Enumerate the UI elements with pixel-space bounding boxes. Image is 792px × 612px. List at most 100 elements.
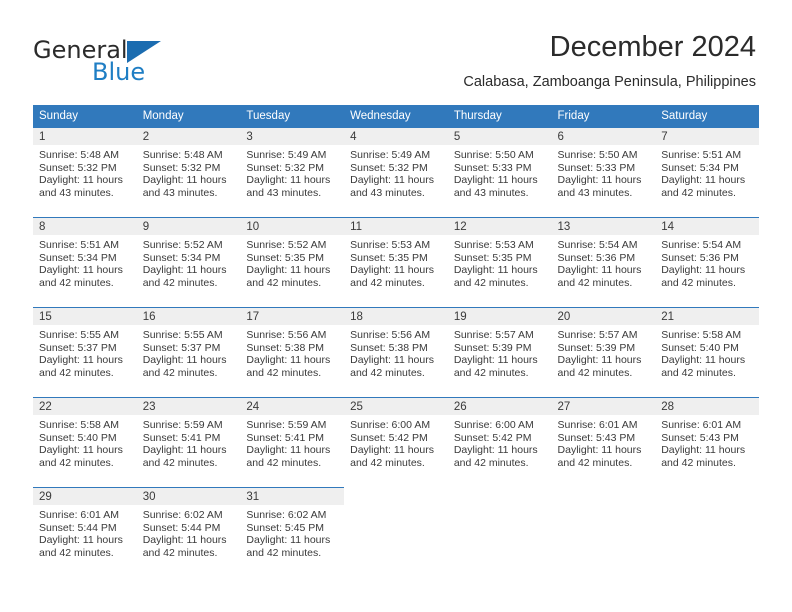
calendar-cell-day-24[interactable]: 24 Sunrise: 5:59 AM Sunset: 5:41 PM Dayligh… bbox=[240, 397, 345, 487]
calendar-cell-day-28[interactable]: 28 Sunrise: 6:01 AM Sunset: 5:43 PM Dayligh… bbox=[655, 397, 759, 487]
generalblue-logo[interactable]: General Blue bbox=[33, 36, 193, 88]
calendar-day-cell: 27 Sunrise: 6:01 AM Sunset: 5:43 PM Dayligh… bbox=[551, 397, 656, 487]
calendar-day-cell: 11 Sunrise: 5:53 AM Sunset: 5:35 PM Dayligh… bbox=[344, 217, 448, 307]
day-number: 31 bbox=[240, 488, 345, 505]
calendar-cell-day-8[interactable]: 8 Sunrise: 5:51 AM Sunset: 5:34 PM Daylight… bbox=[33, 217, 137, 307]
day-details: Sunrise: 5:49 AM Sunset: 5:32 PM Daylight:… bbox=[344, 145, 448, 199]
calendar-cell-day-7[interactable]: 7 Sunrise: 5:51 AM Sunset: 5:34 PM Daylight… bbox=[655, 127, 759, 217]
calendar-cell-day-15[interactable]: 15 Sunrise: 5:55 AM Sunset: 5:37 PM Dayligh… bbox=[33, 307, 137, 397]
daylight-text-line1: Daylight: 11 hours bbox=[661, 444, 746, 457]
calendar-day-cell: 1 Sunrise: 5:48 AM Sunset: 5:32 PM Daylight… bbox=[33, 127, 137, 217]
sunset-text: Sunset: 5:39 PM bbox=[557, 341, 636, 354]
calendar-day-cell: 26 Sunrise: 6:00 AM Sunset: 5:42 PM Dayligh… bbox=[447, 397, 552, 487]
calendar-cell-day-31[interactable]: 31 Sunrise: 6:02 AM Sunset: 5:45 PM Dayligh… bbox=[240, 487, 345, 577]
day-details: Sunrise: 5:50 AM Sunset: 5:33 PM Daylight:… bbox=[448, 145, 552, 199]
sunrise-text: Sunrise: 6:01 AM bbox=[39, 509, 119, 521]
calendar-cell-day-30[interactable]: 30 Sunrise: 6:02 AM Sunset: 5:44 PM Dayligh… bbox=[136, 487, 241, 577]
daylight-text-line1: Daylight: 11 hours bbox=[350, 354, 434, 367]
sunrise-text: Sunrise: 5:56 AM bbox=[246, 329, 327, 341]
calendar-day-cell: 19 Sunrise: 5:57 AM Sunset: 5:39 PM Dayligh… bbox=[447, 307, 552, 397]
calendar-cell-day-4[interactable]: 4 Sunrise: 5:49 AM Sunset: 5:32 PM Daylight… bbox=[344, 127, 448, 217]
weekday-header-row: Sunday Monday Tuesday Wednesday Thursday Frid… bbox=[33, 105, 759, 127]
sunset-text: Sunset: 5:33 PM bbox=[453, 161, 532, 174]
calendar-cell-day-18[interactable]: 18 Sunrise: 5:56 AM Sunset: 5:38 PM Dayligh… bbox=[344, 307, 448, 397]
day-details: Sunrise: 5:54 AM Sunset: 5:36 PM Daylight:… bbox=[655, 235, 759, 289]
day-details: Sunrise: 5:55 AM Sunset: 5:37 PM Daylight:… bbox=[137, 325, 241, 379]
calendar-cell-day-3[interactable]: 3 Sunrise: 5:49 AM Sunset: 5:32 PM Daylight… bbox=[240, 127, 345, 217]
day-number: 7 bbox=[655, 128, 759, 145]
calendar-header-row: Sunday Monday Tuesday Wednesday Thursday Frid… bbox=[33, 105, 759, 127]
calendar-cell-day-13[interactable]: 13 Sunrise: 5:54 AM Sunset: 5:36 PM Dayligh… bbox=[551, 217, 656, 307]
calendar-cell-day-9[interactable]: 9 Sunrise: 5:52 AM Sunset: 5:34 PM Daylight… bbox=[136, 217, 241, 307]
sunset-text: Sunset: 5:36 PM bbox=[557, 251, 636, 264]
calendar-day-cell: 13 Sunrise: 5:54 AM Sunset: 5:36 PM Dayligh… bbox=[551, 217, 656, 307]
daylight-text-line1: Daylight: 11 hours bbox=[246, 534, 331, 547]
sunset-text: Sunset: 5:38 PM bbox=[246, 341, 325, 354]
day-details: Sunrise: 6:00 AM Sunset: 5:42 PM Daylight:… bbox=[344, 415, 448, 469]
daylight-text-line1: Daylight: 11 hours bbox=[453, 444, 538, 457]
calendar-cell-day-27[interactable]: 27 Sunrise: 6:01 AM Sunset: 5:43 PM Dayligh… bbox=[551, 397, 656, 487]
sunrise-text: Sunrise: 5:58 AM bbox=[39, 419, 119, 431]
sunrise-text: Sunrise: 5:48 AM bbox=[39, 149, 119, 161]
day-number: 26 bbox=[447, 398, 552, 415]
daylight-text-line1: Daylight: 11 hours bbox=[246, 264, 331, 277]
calendar-day-cell bbox=[447, 487, 552, 577]
calendar-cell-day-21[interactable]: 21 Sunrise: 5:58 AM Sunset: 5:40 PM Dayligh… bbox=[655, 307, 759, 397]
calendar-day-cell: 17 Sunrise: 5:56 AM Sunset: 5:38 PM Dayligh… bbox=[240, 307, 345, 397]
calendar-cell-day-12[interactable]: 12 Sunrise: 5:53 AM Sunset: 5:35 PM Dayligh… bbox=[447, 217, 552, 307]
calendar-cell-day-26[interactable]: 26 Sunrise: 6:00 AM Sunset: 5:42 PM Dayligh… bbox=[447, 397, 552, 487]
day-details: Sunrise: 5:52 AM Sunset: 5:34 PM Daylight:… bbox=[137, 235, 241, 289]
day-number: 25 bbox=[344, 398, 448, 415]
sunset-text: Sunset: 5:38 PM bbox=[350, 341, 428, 354]
calendar-day-cell: 10 Sunrise: 5:52 AM Sunset: 5:35 PM Dayligh… bbox=[240, 217, 345, 307]
logo-text-blue: Blue bbox=[92, 58, 146, 86]
daylight-text-line2: and 43 minutes. bbox=[142, 186, 218, 199]
day-number: 8 bbox=[33, 218, 137, 235]
calendar-cell-day-6[interactable]: 6 Sunrise: 5:50 AM Sunset: 5:33 PM Daylight… bbox=[551, 127, 656, 217]
calendar-week-row: 15 Sunrise: 5:55 AM Sunset: 5:37 PM Dayligh… bbox=[33, 307, 759, 397]
calendar-cell-day-16[interactable]: 16 Sunrise: 5:55 AM Sunset: 5:37 PM Dayligh… bbox=[136, 307, 241, 397]
calendar-cell-day-10[interactable]: 10 Sunrise: 5:52 AM Sunset: 5:35 PM Dayligh… bbox=[240, 217, 345, 307]
calendar-day-cell bbox=[551, 487, 656, 577]
day-number: 12 bbox=[447, 218, 552, 235]
sunset-text: Sunset: 5:32 PM bbox=[39, 161, 117, 174]
calendar-cell-day-29[interactable]: 29 Sunrise: 6:01 AM Sunset: 5:44 PM Dayligh… bbox=[33, 487, 137, 577]
calendar-cell-day-17[interactable]: 17 Sunrise: 5:56 AM Sunset: 5:38 PM Dayligh… bbox=[240, 307, 345, 397]
calendar-day-cell: 28 Sunrise: 6:01 AM Sunset: 5:43 PM Dayligh… bbox=[655, 397, 759, 487]
page-header: General Blue December 2024 Calabasa, Zam… bbox=[0, 0, 792, 100]
daylight-text-line1: Daylight: 11 hours bbox=[142, 354, 227, 367]
sunrise-text: Sunrise: 5:57 AM bbox=[557, 329, 638, 341]
calendar-day-cell: 2 Sunrise: 5:48 AM Sunset: 5:32 PM Daylight… bbox=[136, 127, 241, 217]
day-number: 3 bbox=[240, 128, 345, 145]
daylight-text-line1: Daylight: 11 hours bbox=[39, 354, 123, 367]
calendar-day-cell: 7 Sunrise: 5:51 AM Sunset: 5:34 PM Daylight… bbox=[655, 127, 759, 217]
calendar-cell-day-23[interactable]: 23 Sunrise: 5:59 AM Sunset: 5:41 PM Dayligh… bbox=[136, 397, 241, 487]
daylight-text-line2: and 42 minutes. bbox=[453, 276, 529, 289]
day-details: Sunrise: 5:49 AM Sunset: 5:32 PM Daylight:… bbox=[240, 145, 344, 199]
calendar-cell-day-22[interactable]: 22 Sunrise: 5:58 AM Sunset: 5:40 PM Dayligh… bbox=[33, 397, 137, 487]
calendar-cell-day-11[interactable]: 11 Sunrise: 5:53 AM Sunset: 5:35 PM Dayligh… bbox=[344, 217, 448, 307]
calendar-cell-day-14[interactable]: 14 Sunrise: 5:54 AM Sunset: 5:36 PM Dayligh… bbox=[655, 217, 759, 307]
daylight-text-line2: and 42 minutes. bbox=[661, 186, 736, 199]
day-number: 21 bbox=[655, 308, 759, 325]
calendar-cell-day-19[interactable]: 19 Sunrise: 5:57 AM Sunset: 5:39 PM Dayligh… bbox=[447, 307, 552, 397]
sunset-text: Sunset: 5:42 PM bbox=[350, 431, 428, 444]
calendar-cell-day-20[interactable]: 20 Sunrise: 5:57 AM Sunset: 5:39 PM Dayligh… bbox=[551, 307, 656, 397]
daylight-text-line2: and 42 minutes. bbox=[453, 456, 529, 469]
daylight-text-line2: and 42 minutes. bbox=[39, 546, 114, 559]
calendar-day-cell: 6 Sunrise: 5:50 AM Sunset: 5:33 PM Daylight… bbox=[551, 127, 656, 217]
daylight-text-line2: and 42 minutes. bbox=[350, 276, 425, 289]
day-details: Sunrise: 6:01 AM Sunset: 5:43 PM Daylight:… bbox=[655, 415, 759, 469]
calendar-body: 1 Sunrise: 5:48 AM Sunset: 5:32 PM Daylight… bbox=[33, 127, 759, 577]
calendar-cell-day-25[interactable]: 25 Sunrise: 6:00 AM Sunset: 5:42 PM Dayligh… bbox=[344, 397, 448, 487]
calendar-cell-day-1[interactable]: 1 Sunrise: 5:48 AM Sunset: 5:32 PM Daylight… bbox=[33, 127, 137, 217]
weekday-header-thursday: Thursday bbox=[447, 105, 552, 127]
calendar-cell-day-2[interactable]: 2 Sunrise: 5:48 AM Sunset: 5:32 PM Daylight… bbox=[136, 127, 241, 217]
calendar-day-cell: 16 Sunrise: 5:55 AM Sunset: 5:37 PM Dayligh… bbox=[136, 307, 241, 397]
daylight-text-line2: and 43 minutes. bbox=[39, 186, 114, 199]
calendar-day-cell bbox=[344, 487, 448, 577]
calendar-cell-day-5[interactable]: 5 Sunrise: 5:50 AM Sunset: 5:33 PM Daylight… bbox=[447, 127, 552, 217]
sunset-text: Sunset: 5:42 PM bbox=[453, 431, 532, 444]
day-number: 19 bbox=[447, 308, 552, 325]
day-number bbox=[448, 487, 552, 504]
